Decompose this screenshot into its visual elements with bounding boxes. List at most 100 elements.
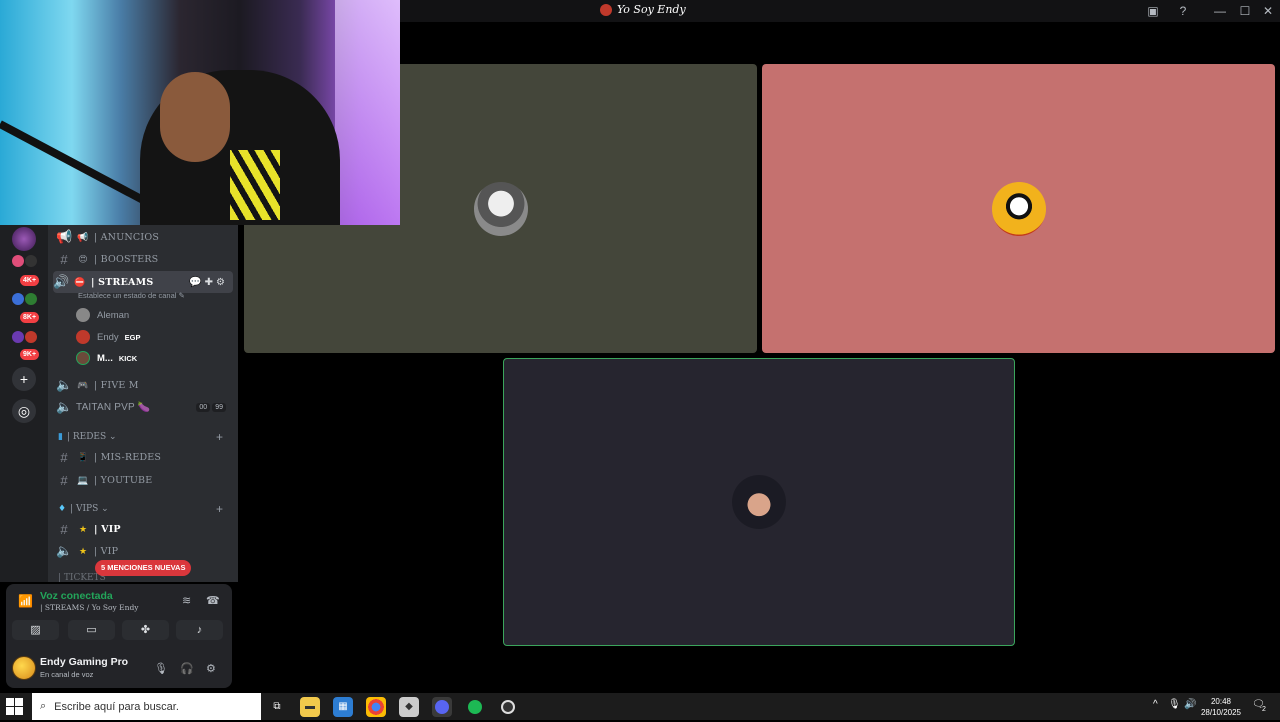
notification-count: 2 (1262, 706, 1266, 713)
current-user-avatar[interactable] (12, 656, 36, 680)
noise-suppression-icon[interactable]: ≋ (182, 594, 191, 607)
search-placeholder: Escribe aquí para buscar. (54, 700, 179, 713)
voice-channel-path[interactable]: | STREAMS / Yo Soy Endy (40, 603, 139, 612)
settings-gear-icon[interactable]: ⚙ (206, 662, 216, 675)
server-icon (600, 3, 612, 16)
category-label: | REDES ⌄ (66, 432, 117, 442)
user-count: 00 (196, 402, 211, 412)
user-name: Aleman (97, 309, 130, 321)
volume-icon[interactable]: 🔊 (1184, 699, 1196, 710)
add-channel-icon[interactable]: + (216, 430, 223, 444)
channel-name: | BOOSTERS (94, 253, 159, 265)
channel-name: | MIS-REDES (94, 451, 162, 463)
speaker-icon: 🔈 (56, 377, 73, 392)
tray-mic-icon[interactable]: 🎙 (1168, 699, 1181, 710)
server-folder-icon[interactable] (12, 255, 24, 267)
help-icon[interactable]: ? (1175, 3, 1191, 19)
background-light (335, 0, 400, 225)
screen-share-button[interactable]: ▭ (68, 620, 115, 640)
channel-mis-redes[interactable]: # 📱 | MIS-REDES (56, 447, 234, 467)
channel-name: | VIP (94, 523, 121, 535)
chrome-icon[interactable] (366, 697, 386, 717)
category-label: | VIPS ⌄ (70, 504, 109, 514)
disconnect-icon[interactable]: ☎ (206, 594, 220, 607)
channel-name: | STREAMS (91, 276, 154, 288)
participant-avatar (991, 181, 1046, 236)
announcement-icon: 📢 (56, 229, 73, 244)
roblox-icon[interactable]: ◆ (399, 697, 419, 717)
obs-icon[interactable] (498, 697, 518, 717)
voice-user[interactable]: Endy EGP (76, 327, 141, 347)
close-button[interactable]: ✕ (1260, 3, 1276, 19)
server-folder-icon[interactable] (25, 255, 37, 267)
file-explorer-icon[interactable]: ▬ (300, 697, 320, 717)
video-tile-2[interactable] (762, 64, 1275, 353)
channel-actions[interactable]: 💬✚⚙ (189, 277, 228, 288)
speaker-icon: 🔊 (53, 274, 70, 289)
taskbar-search[interactable]: ⌕ Escribe aquí para buscar. (32, 693, 261, 720)
channel-vip-voice[interactable]: 🔈 ★ | VIP (56, 541, 234, 561)
channel-taitan-pvp[interactable]: 🔈 TAITAN PVP 🍆 00 99 (56, 397, 234, 417)
windows-start-icon[interactable] (6, 698, 24, 716)
channel-name: | YOUTUBE (94, 474, 153, 486)
user-avatar (76, 351, 90, 365)
microphone-icon[interactable]: 🎙 (154, 662, 168, 675)
explore-icon[interactable]: ◎ (12, 399, 36, 423)
camera-toggle-button[interactable]: ▨ (12, 620, 59, 640)
channel-vip-text[interactable]: # ★ | VIP (56, 519, 234, 539)
category-redes[interactable]: ▮ | REDES ⌄ + (58, 430, 223, 444)
server-folder-icon[interactable] (12, 331, 24, 343)
hash-icon: # (60, 251, 68, 267)
hash-icon: # (60, 472, 68, 488)
webcam-overlay (0, 0, 400, 225)
user-avatar (76, 330, 90, 344)
add-channel-icon[interactable]: + (216, 502, 223, 516)
user-name: M... (97, 352, 113, 364)
channel-name: TAITAN PVP 🍆 (76, 401, 151, 413)
participant-avatar (732, 475, 786, 529)
minimize-button[interactable]: — (1212, 3, 1228, 19)
streamer-head (160, 72, 230, 162)
channel-anuncios[interactable]: 📢 📢 | ANUNCIOS (56, 227, 234, 247)
channel-status-note[interactable]: Establece un estado de canal ✎ (78, 291, 185, 300)
discord-window: Yo Soy Endy ▣ ? — ☐ ✕ 4K+ 8K+ 9K+ + ◎ 📢 … (0, 0, 1280, 693)
headphones-icon[interactable]: 🎧 (180, 662, 194, 675)
channel-youtube[interactable]: # 💻 | YOUTUBE (56, 470, 234, 490)
signal-icon[interactable]: 📶 (18, 594, 33, 608)
voice-user-speaking[interactable]: M... KICK (76, 348, 137, 368)
activities-button[interactable]: ✤ (122, 620, 169, 640)
soundboard-button[interactable]: ♪ (176, 620, 223, 640)
windows-taskbar: ⌕ Escribe aquí para buscar. ⧉ ▬ ▦ ◆ ^ 🎙 … (0, 693, 1280, 720)
inbox-icon[interactable]: ▣ (1145, 3, 1161, 19)
channel-emoji: 📱 (77, 451, 89, 462)
voice-user[interactable]: Aleman (76, 305, 129, 325)
task-view-icon[interactable]: ⧉ (267, 697, 287, 717)
channel-streams[interactable]: 🔊 ⛔ | STREAMS 💬✚⚙ (53, 271, 233, 293)
current-user-name[interactable]: Endy Gaming Pro (40, 656, 128, 668)
voice-connection-panel: 📶 Voz conectada | STREAMS / Yo Soy Endy … (6, 584, 232, 688)
tray-chevron-icon[interactable]: ^ (1153, 699, 1158, 710)
server-icon[interactable] (12, 227, 36, 251)
user-name: Endy (97, 331, 119, 343)
mention-badge: 4K+ (20, 275, 40, 286)
channel-emoji: ⛔ (74, 276, 86, 287)
spotify-icon[interactable] (465, 697, 485, 717)
add-server-icon[interactable]: + (12, 367, 36, 391)
channel-boosters[interactable]: # 😍 | BOOSTERS (56, 249, 234, 269)
video-tile-3-speaking[interactable] (503, 358, 1015, 646)
channel-emoji: 💻 (77, 474, 89, 485)
voice-connected-title[interactable]: Voz conectada (40, 590, 113, 602)
server-folder-icon[interactable] (25, 293, 37, 305)
category-vips[interactable]: ♦ | VIPS ⌄ + (58, 502, 223, 516)
participant-avatar (473, 181, 528, 236)
new-mentions-pill[interactable]: 5 MENCIONES NUEVAS (95, 560, 192, 576)
user-limit: 00 99 (196, 402, 226, 412)
speaker-icon: 🔈 (56, 543, 73, 558)
store-icon[interactable]: ▦ (333, 697, 353, 717)
maximize-button[interactable]: ☐ (1237, 3, 1253, 19)
channel-five-m[interactable]: 🔈 🎮 | FIVE M (56, 375, 234, 395)
system-clock[interactable]: 20:48 28/10/2025 (1199, 696, 1243, 718)
discord-taskbar-icon[interactable] (432, 697, 452, 717)
server-folder-icon[interactable] (12, 293, 24, 305)
server-folder-icon[interactable] (25, 331, 37, 343)
